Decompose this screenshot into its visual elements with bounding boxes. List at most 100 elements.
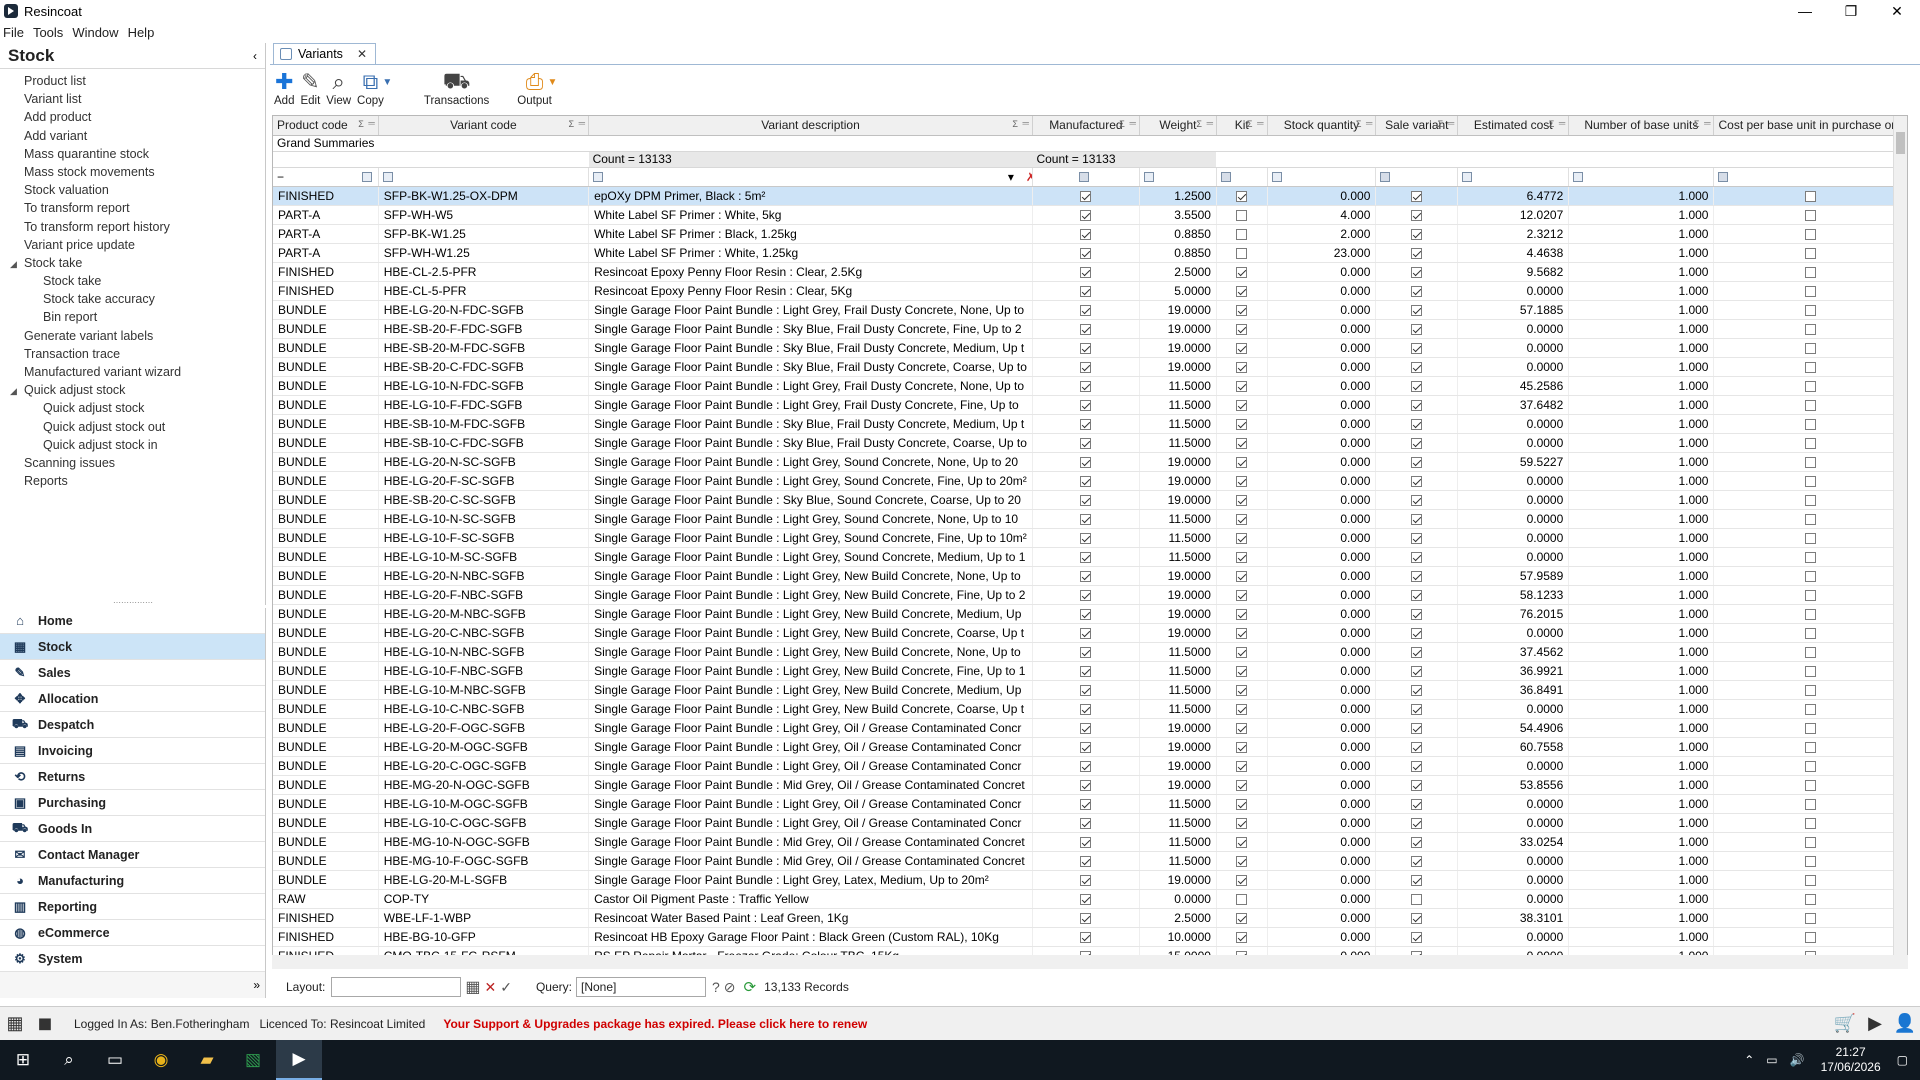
checkbox[interactable] [1236, 228, 1248, 240]
checkbox[interactable] [1411, 437, 1423, 449]
tree-item[interactable]: Add product [0, 108, 265, 126]
sum-icon[interactable]: Σ [1196, 119, 1202, 129]
nav-purchasing[interactable]: ▣ Purchasing [0, 790, 265, 816]
grid-cell[interactable] [1375, 889, 1459, 909]
table-row[interactable]: BUNDLE HBE-MG-10-F-OGC-SGFB Single Garage … [273, 851, 1907, 871]
tree-item[interactable]: To transform report [0, 199, 265, 217]
grid-cell[interactable] [1713, 775, 1907, 795]
checkbox[interactable] [1236, 665, 1248, 677]
grid-cell[interactable] [1375, 395, 1459, 415]
grid-cell[interactable] [1216, 889, 1268, 909]
sum-icon[interactable]: Σ [1247, 119, 1253, 129]
grid-cell[interactable] [1375, 376, 1459, 396]
checkbox[interactable] [1080, 608, 1092, 620]
grid-cell[interactable] [1032, 205, 1140, 225]
grid-cell[interactable] [1375, 186, 1459, 206]
checkbox[interactable] [1411, 570, 1423, 582]
checkbox[interactable] [1411, 190, 1423, 202]
grid-cell[interactable] [1032, 908, 1140, 928]
column-header[interactable]: Manufactured Σ ═ [1032, 116, 1140, 136]
tree-item[interactable]: Transaction trace [0, 345, 265, 363]
tree-item[interactable]: Generate variant labels [0, 327, 265, 345]
checkbox[interactable] [1080, 779, 1092, 791]
grid-cell[interactable] [1375, 623, 1459, 643]
checkbox[interactable] [1236, 627, 1248, 639]
checkbox[interactable] [1804, 893, 1816, 905]
table-row[interactable]: BUNDLE HBE-SB-20-C-SC-SGFB Single Garage F… [273, 490, 1907, 510]
grid-cell[interactable] [1032, 262, 1140, 282]
checkbox[interactable] [1411, 627, 1423, 639]
checkbox[interactable] [1236, 494, 1248, 506]
grid-cell[interactable] [1375, 338, 1459, 358]
grid-cell[interactable] [1216, 585, 1268, 605]
grid-cell[interactable] [1032, 547, 1140, 567]
tree-item[interactable]: Product list [0, 72, 265, 90]
layout-delete-icon[interactable]: ✕ [485, 979, 497, 996]
grid-cell[interactable] [1713, 813, 1907, 833]
checkbox[interactable] [1804, 570, 1816, 582]
checkbox[interactable] [1804, 817, 1816, 829]
grid-cell[interactable] [1216, 851, 1268, 871]
grid-cell[interactable] [1032, 851, 1140, 871]
grid-cell[interactable] [1216, 718, 1268, 738]
checkbox[interactable] [1236, 760, 1248, 772]
checkbox[interactable] [1804, 665, 1816, 677]
grid-cell[interactable] [1375, 262, 1459, 282]
checkbox[interactable] [1236, 418, 1248, 430]
grid-cell[interactable] [1216, 604, 1268, 624]
column-header[interactable]: Number of base units Σ ═ [1568, 116, 1715, 136]
grid-cell[interactable] [1032, 566, 1140, 586]
grid-cell[interactable] [1375, 832, 1459, 852]
grid-cell[interactable] [1375, 794, 1459, 814]
grid-cell[interactable] [1713, 908, 1907, 928]
grid-cell[interactable] [1375, 699, 1459, 719]
nav-goods-in[interactable]: ⛟ Goods In [0, 816, 265, 842]
column-menu-icon[interactable]: ═ [1448, 118, 1454, 128]
checkbox[interactable] [1236, 874, 1248, 886]
grid-cell[interactable] [1216, 224, 1268, 244]
renewal-warning-link[interactable]: Your Support & Upgrades package has expi… [443, 1017, 867, 1031]
column-header[interactable]: Kit Σ ═ [1216, 116, 1268, 136]
checkbox[interactable] [1411, 665, 1423, 677]
table-row[interactable]: BUNDLE HBE-LG-20-F-NBC-SGFB Single Garage … [273, 585, 1907, 605]
checkbox[interactable] [1411, 551, 1423, 563]
checkbox[interactable] [1080, 437, 1092, 449]
checkbox[interactable] [1804, 684, 1816, 696]
filter-collapse-icon[interactable]: − [277, 170, 284, 184]
column-menu-icon[interactable]: ═ [1366, 118, 1372, 128]
checkbox[interactable] [1236, 855, 1248, 867]
checkbox[interactable] [1804, 760, 1816, 772]
grid-cell[interactable] [1713, 490, 1907, 510]
grid-cell[interactable] [1713, 414, 1907, 434]
grid-cell[interactable] [1032, 794, 1140, 814]
grid-cell[interactable] [1713, 262, 1907, 282]
grid-cell[interactable] [1713, 300, 1907, 320]
tree-item[interactable]: Add variant [0, 127, 265, 145]
grid-cell[interactable] [1375, 870, 1459, 890]
grid-cell[interactable] [1216, 281, 1268, 301]
grid-cell[interactable] [1216, 300, 1268, 320]
query-clear-icon[interactable]: ⊘ [724, 979, 736, 996]
nav-contact-manager[interactable]: ✉ Contact Manager [0, 842, 265, 868]
user-icon[interactable]: 👤 [1893, 1012, 1917, 1036]
table-row[interactable]: FINISHED WBE-LF-1-WBP Resincoat Water Base… [273, 908, 1907, 928]
tray-expand-icon[interactable]: ⌃ [1744, 1053, 1754, 1067]
grid-cell[interactable] [1032, 718, 1140, 738]
tree-item[interactable]: ◢ Stock take [0, 254, 265, 272]
grid-cell[interactable] [1216, 528, 1268, 548]
grid-cell[interactable] [1216, 661, 1268, 681]
sum-icon[interactable]: Σ [358, 119, 364, 129]
grid-cell[interactable] [1713, 794, 1907, 814]
grid-cell[interactable] [1032, 243, 1140, 263]
checkbox[interactable] [1411, 760, 1423, 772]
grid-cell[interactable] [1713, 642, 1907, 662]
checkbox[interactable] [1804, 209, 1816, 221]
grid-cell[interactable] [1032, 224, 1140, 244]
grid-cell[interactable] [1032, 433, 1140, 453]
checkbox[interactable] [1411, 836, 1423, 848]
grid-cell[interactable] [1375, 908, 1459, 928]
grid-cell[interactable] [1713, 604, 1907, 624]
checkbox[interactable] [1236, 722, 1248, 734]
checkbox[interactable] [1080, 874, 1092, 886]
checkbox[interactable] [1804, 361, 1816, 373]
